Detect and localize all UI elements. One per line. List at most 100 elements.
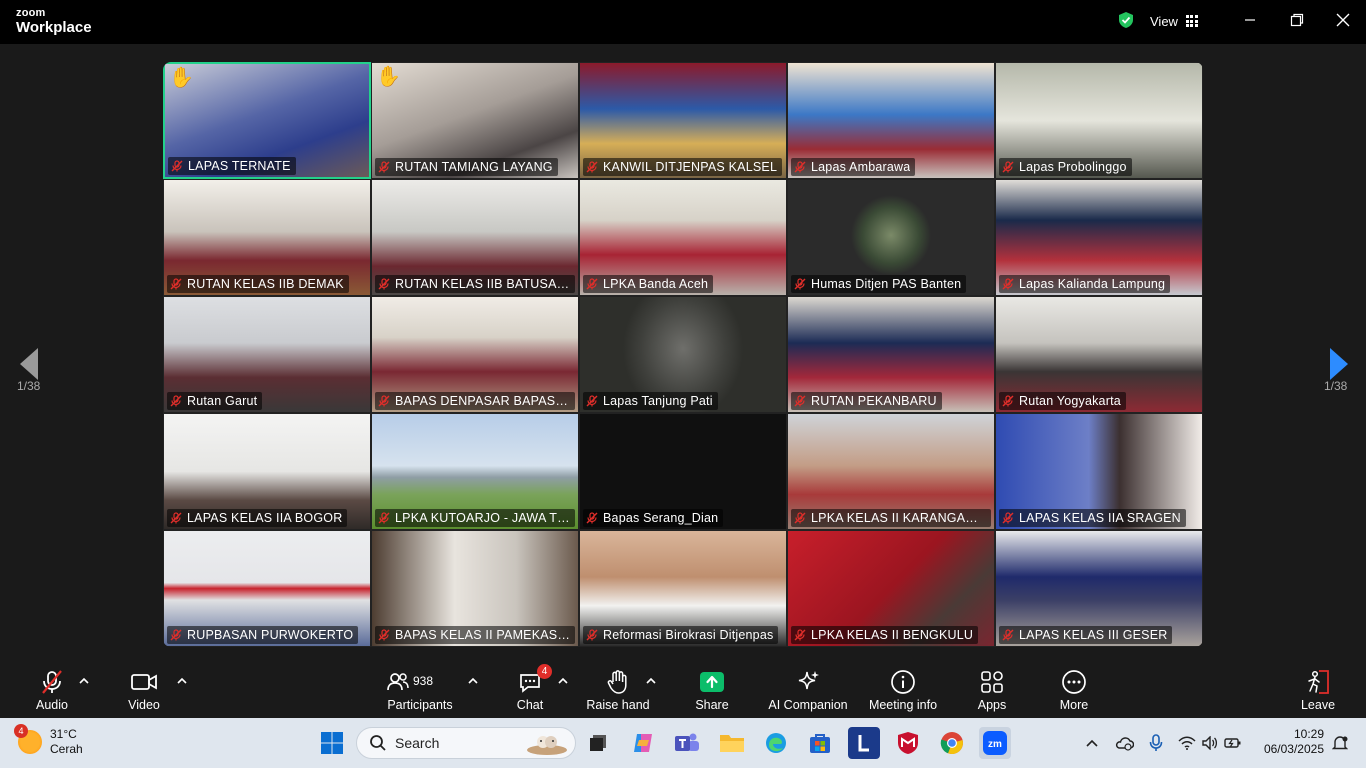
show-hidden-icons-button[interactable] xyxy=(1082,733,1102,753)
participant-name-tag: Rutan Garut xyxy=(167,392,263,410)
participant-tile[interactable]: BAPAS DENPASAR BAPAS DEN... xyxy=(371,296,579,413)
copilot-button[interactable] xyxy=(627,727,659,759)
system-clock[interactable]: 10:29 06/03/2025 xyxy=(1260,727,1324,757)
view-button[interactable]: View xyxy=(1150,10,1198,32)
participants-options-caret-icon[interactable] xyxy=(467,676,479,686)
participant-tile[interactable]: Lapas Tanjung Pati xyxy=(579,296,787,413)
zoom-app-icon: zm xyxy=(983,731,1007,755)
participant-tile[interactable]: LAPAS KELAS IIA SRAGEN xyxy=(995,413,1203,530)
l-app-button[interactable] xyxy=(848,727,880,759)
start-button[interactable] xyxy=(316,727,348,759)
battery-charging-icon xyxy=(1224,738,1241,748)
participant-name: LAPAS KELAS IIA SRAGEN xyxy=(1019,511,1181,525)
mic-muted-icon xyxy=(1002,629,1014,641)
participant-name-tag: KANWIL DITJENPAS KALSEL xyxy=(583,158,783,176)
close-window-button[interactable] xyxy=(1329,8,1357,32)
audio-options-caret-icon[interactable] xyxy=(78,676,90,686)
participant-tile[interactable]: RUPBASAN PURWOKERTO xyxy=(163,530,371,647)
minimize-button[interactable] xyxy=(1236,8,1264,32)
chat-label: Chat xyxy=(516,698,544,712)
participant-tile[interactable]: RUTAN KELAS IIB BATUSANGK... xyxy=(371,179,579,296)
notifications-button[interactable] xyxy=(1330,733,1350,753)
mic-muted-icon xyxy=(586,278,598,290)
participant-tile[interactable]: LPKA KELAS II KARANGASEM xyxy=(787,413,995,530)
participant-tile[interactable]: LPKA KUTOARJO - JAWA TEN... xyxy=(371,413,579,530)
participant-name-tag: Lapas Kalianda Lampung xyxy=(999,275,1171,293)
video-button[interactable]: Video xyxy=(124,668,164,716)
participant-tile[interactable]: Reformasi Birokrasi Ditjenpas xyxy=(579,530,787,647)
page-indicator-right: 1/38 xyxy=(1324,379,1348,393)
more-button[interactable]: More xyxy=(1056,668,1092,716)
participant-tile[interactable]: Lapas Probolinggo xyxy=(995,62,1203,179)
participant-tile[interactable]: RUTAN PEKANBARU xyxy=(787,296,995,413)
participant-name: LAPAS TERNATE xyxy=(188,159,291,173)
participants-button[interactable]: 938 Participants xyxy=(386,668,454,716)
ai-companion-button[interactable]: AI Companion xyxy=(768,668,848,716)
security-shield-icon[interactable] xyxy=(1117,11,1135,29)
participant-tile[interactable]: Rutan Garut xyxy=(163,296,371,413)
participant-tile[interactable]: ✋ RUTAN TAMIANG LAYANG xyxy=(371,62,579,179)
notification-bell-icon xyxy=(1332,736,1348,750)
video-options-caret-icon[interactable] xyxy=(176,676,188,686)
chrome-button[interactable] xyxy=(936,727,968,759)
participant-tile[interactable]: Lapas Ambarawa xyxy=(787,62,995,179)
participant-tile[interactable]: Bapas Serang_Dian xyxy=(579,413,787,530)
l-letter-app-icon xyxy=(858,735,869,752)
participant-tile[interactable]: Lapas Kalianda Lampung xyxy=(995,179,1203,296)
volume-icon xyxy=(1202,736,1218,750)
task-view-button[interactable] xyxy=(582,727,614,759)
chat-button[interactable]: 4 Chat xyxy=(512,664,552,716)
teams-button[interactable] xyxy=(671,727,703,759)
network-volume-battery-group[interactable] xyxy=(1177,733,1243,753)
edge-browser-button[interactable] xyxy=(760,727,792,759)
participant-tile[interactable]: Humas Ditjen PAS Banten xyxy=(787,179,995,296)
participant-tile[interactable]: RUTAN KELAS IIB DEMAK xyxy=(163,179,371,296)
participant-tile[interactable]: Rutan Yogyakarta xyxy=(995,296,1203,413)
logo-product: Workplace xyxy=(16,19,92,36)
participant-name: Lapas Ambarawa xyxy=(811,160,911,174)
participant-name-tag: LAPAS TERNATE xyxy=(168,157,296,175)
mic-muted-icon xyxy=(794,161,806,173)
microphone-tray-button[interactable] xyxy=(1146,733,1166,753)
microsoft-store-button[interactable] xyxy=(804,727,836,759)
apps-button[interactable]: Apps xyxy=(972,668,1012,716)
raise-hand-button[interactable]: Raise hand xyxy=(586,668,650,716)
participant-tile[interactable]: LPKA KELAS II BENGKULU xyxy=(787,530,995,647)
windows-taskbar: 4 31°C Cerah Search zm 10:29 06/03/2025 xyxy=(0,718,1366,768)
file-explorer-button[interactable] xyxy=(716,727,748,759)
share-button[interactable]: Share xyxy=(694,668,730,716)
audio-label: Audio xyxy=(36,698,68,712)
meeting-info-button[interactable]: Meeting info xyxy=(868,668,938,716)
mic-muted-icon xyxy=(1002,512,1014,524)
sunny-weather-icon: 4 xyxy=(14,724,42,754)
mic-muted-icon xyxy=(794,395,806,407)
restore-button[interactable] xyxy=(1283,8,1311,32)
participant-tile[interactable]: KANWIL DITJENPAS KALSEL xyxy=(579,62,787,179)
raise-hand-options-caret-icon[interactable] xyxy=(645,676,657,686)
minimize-icon xyxy=(1245,19,1255,21)
taskbar-search-box[interactable]: Search xyxy=(356,727,576,759)
wifi-icon xyxy=(1178,736,1196,750)
mcafee-button[interactable] xyxy=(892,727,924,759)
participant-tile[interactable]: BAPAS KELAS II PAMEKASAN xyxy=(371,530,579,647)
onedrive-tray-button[interactable] xyxy=(1113,733,1135,753)
participant-tile[interactable]: LAPAS KELAS III GESER xyxy=(995,530,1203,647)
participant-name-tag: Humas Ditjen PAS Banten xyxy=(791,275,967,293)
zoom-taskbar-button[interactable]: zm xyxy=(979,727,1011,759)
participant-tile[interactable]: LPKA Banda Aceh xyxy=(579,179,787,296)
chat-unread-badge: 4 xyxy=(537,664,552,679)
participant-name-tag: Rutan Yogyakarta xyxy=(999,392,1126,410)
page-indicator-left: 1/38 xyxy=(17,379,41,393)
audio-button[interactable]: Audio xyxy=(32,668,72,716)
participant-tile[interactable]: ✋ LAPAS TERNATE xyxy=(163,62,371,179)
mic-muted-icon xyxy=(794,512,806,524)
logo-brand: zoom xyxy=(16,7,46,19)
leave-button[interactable]: Leave xyxy=(1300,668,1336,716)
participant-name-tag: LPKA KUTOARJO - JAWA TEN... xyxy=(375,509,575,527)
participant-name: RUTAN TAMIANG LAYANG xyxy=(395,160,553,174)
weather-widget[interactable]: 4 31°C Cerah xyxy=(14,724,83,757)
chat-options-caret-icon[interactable] xyxy=(557,676,569,686)
participant-tile[interactable]: LAPAS KELAS IIA BOGOR xyxy=(163,413,371,530)
participants-icon xyxy=(387,673,409,691)
participant-name: BAPAS DENPASAR BAPAS DEN... xyxy=(395,394,570,408)
